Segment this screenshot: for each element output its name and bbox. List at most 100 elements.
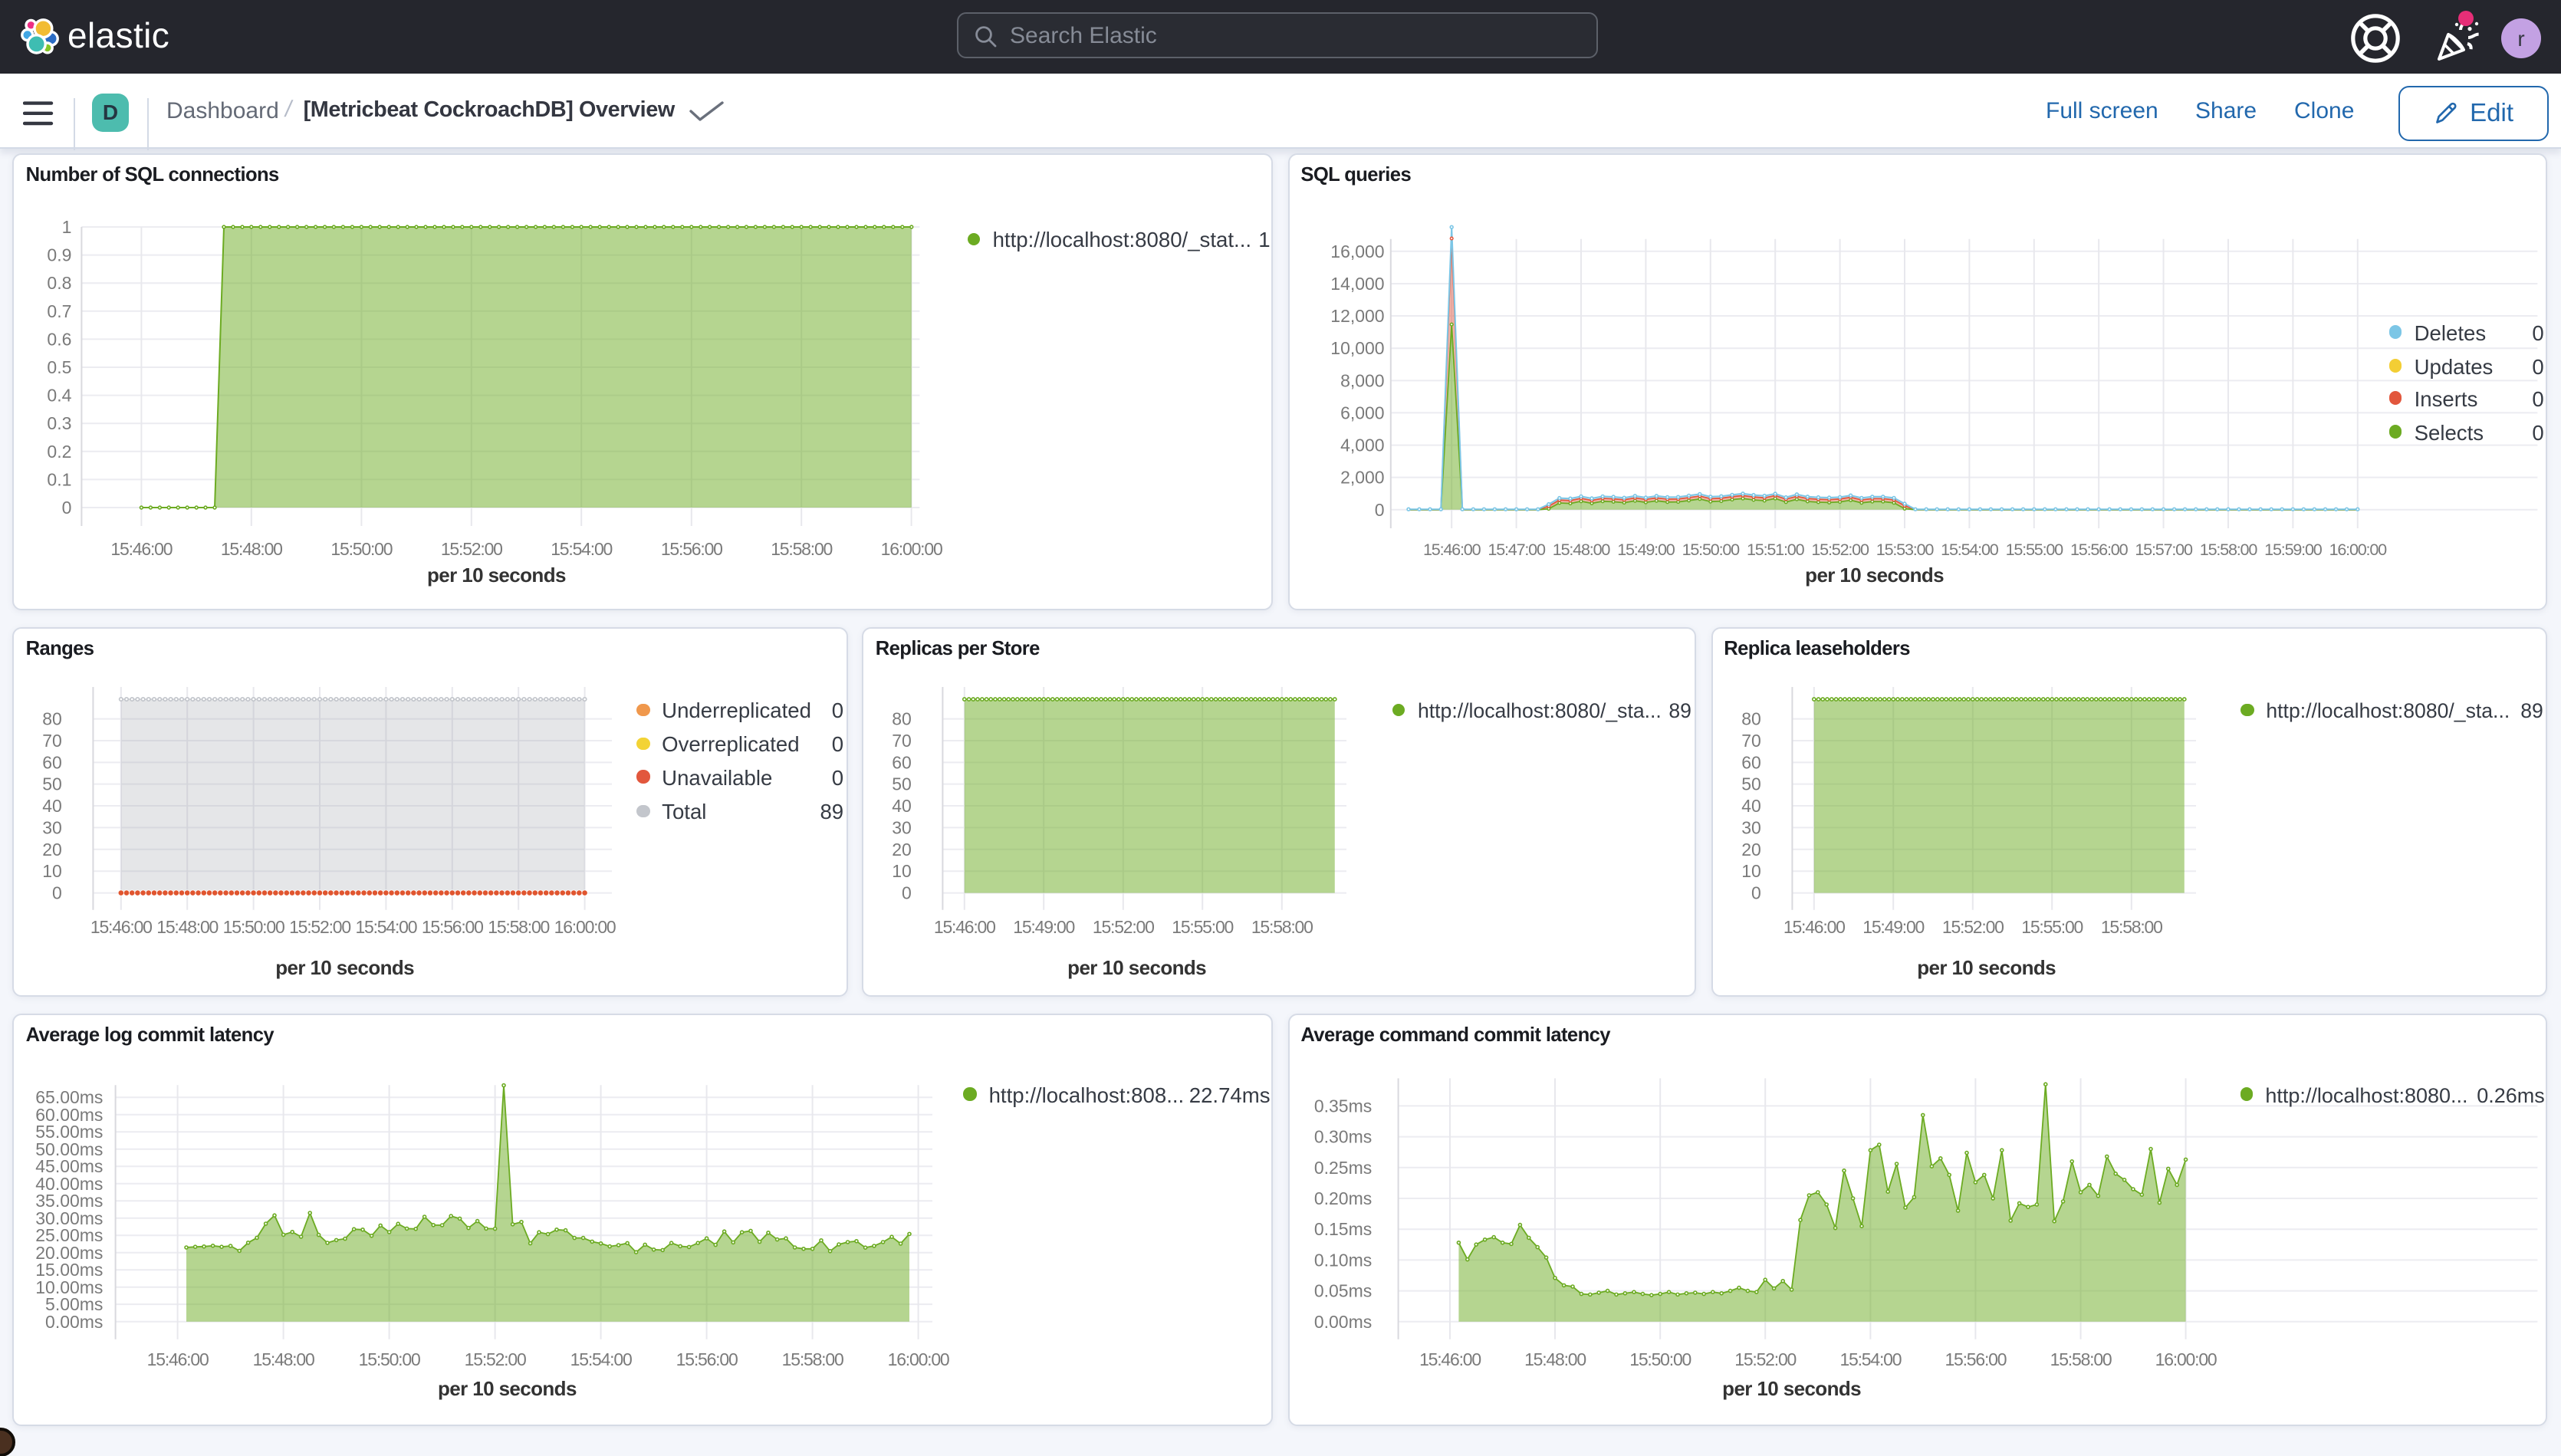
svg-text:20.00ms: 20.00ms — [36, 1242, 104, 1262]
svg-text:0.00ms: 0.00ms — [1313, 1311, 1371, 1331]
svg-text:15:48:00: 15:48:00 — [157, 916, 219, 936]
svg-text:15:52:00: 15:52:00 — [465, 1349, 526, 1369]
svg-text:50: 50 — [1741, 774, 1760, 794]
svg-text:15:52:00: 15:52:00 — [1941, 916, 2003, 936]
svg-text:60: 60 — [1741, 752, 1760, 772]
svg-text:80: 80 — [1741, 708, 1760, 728]
svg-text:15:49:00: 15:49:00 — [1862, 916, 1923, 936]
svg-text:45.00ms: 45.00ms — [36, 1155, 104, 1175]
svg-text:0: 0 — [53, 882, 63, 902]
svg-text:15:52:00: 15:52:00 — [290, 916, 351, 936]
svg-text:15:58:00: 15:58:00 — [488, 916, 550, 936]
svg-text:15:51:00: 15:51:00 — [1746, 539, 1804, 558]
svg-text:4,000: 4,000 — [1340, 435, 1384, 455]
svg-text:15:55:00: 15:55:00 — [2020, 916, 2082, 936]
svg-text:0.9: 0.9 — [48, 245, 72, 265]
svg-text:0.15ms: 0.15ms — [1313, 1218, 1371, 1238]
svg-text:15:46:00: 15:46:00 — [935, 916, 996, 936]
svg-text:per 10 seconds: per 10 seconds — [1916, 955, 2055, 978]
svg-text:60: 60 — [43, 752, 63, 772]
svg-text:15:55:00: 15:55:00 — [2005, 539, 2063, 558]
svg-text:16:00:00: 16:00:00 — [881, 538, 942, 558]
svg-text:15.00ms: 15.00ms — [36, 1259, 104, 1279]
svg-text:16:00:00: 16:00:00 — [554, 916, 616, 936]
svg-text:20: 20 — [43, 839, 63, 859]
svg-text:15:49:00: 15:49:00 — [1014, 916, 1075, 936]
svg-text:15:48:00: 15:48:00 — [1552, 539, 1610, 558]
svg-text:8,000: 8,000 — [1340, 370, 1384, 389]
svg-text:15:48:00: 15:48:00 — [1524, 1349, 1585, 1369]
svg-text:0.00ms: 0.00ms — [46, 1311, 104, 1331]
svg-text:15:50:00: 15:50:00 — [1682, 539, 1740, 558]
svg-text:15:58:00: 15:58:00 — [771, 538, 833, 558]
svg-text:10: 10 — [43, 860, 63, 880]
svg-text:15:46:00: 15:46:00 — [1419, 1349, 1480, 1369]
svg-text:0.5: 0.5 — [48, 357, 72, 376]
svg-text:0.05ms: 0.05ms — [1313, 1280, 1371, 1300]
svg-text:15:46:00: 15:46:00 — [1422, 539, 1481, 558]
svg-text:30.00ms: 30.00ms — [36, 1208, 104, 1228]
svg-text:15:46:00: 15:46:00 — [1783, 916, 1844, 936]
svg-text:12,000: 12,000 — [1330, 305, 1384, 325]
svg-text:0.20ms: 0.20ms — [1313, 1188, 1371, 1208]
svg-text:0.25ms: 0.25ms — [1313, 1157, 1371, 1177]
svg-text:0.4: 0.4 — [48, 385, 72, 405]
svg-text:0.6: 0.6 — [48, 328, 72, 348]
svg-text:15:58:00: 15:58:00 — [2199, 539, 2257, 558]
svg-text:15:56:00: 15:56:00 — [1945, 1349, 2006, 1369]
svg-text:0: 0 — [62, 497, 72, 517]
svg-text:0.2: 0.2 — [48, 441, 72, 461]
svg-text:15:56:00: 15:56:00 — [2070, 539, 2128, 558]
svg-text:0.35ms: 0.35ms — [1313, 1096, 1371, 1116]
svg-text:80: 80 — [43, 708, 63, 728]
svg-text:80: 80 — [893, 708, 912, 728]
svg-text:30: 30 — [43, 817, 63, 837]
svg-text:15:54:00: 15:54:00 — [1839, 1349, 1901, 1369]
svg-text:15:56:00: 15:56:00 — [676, 1349, 738, 1369]
svg-text:15:56:00: 15:56:00 — [661, 538, 722, 558]
svg-text:per 10 seconds: per 10 seconds — [439, 1376, 577, 1399]
svg-text:10.00ms: 10.00ms — [36, 1277, 104, 1297]
svg-text:16:00:00: 16:00:00 — [2155, 1349, 2216, 1369]
svg-text:15:54:00: 15:54:00 — [356, 916, 417, 936]
svg-text:15:57:00: 15:57:00 — [2135, 539, 2193, 558]
svg-text:15:53:00: 15:53:00 — [1876, 539, 1934, 558]
svg-text:15:54:00: 15:54:00 — [551, 538, 613, 558]
svg-text:50: 50 — [43, 774, 63, 794]
svg-text:15:50:00: 15:50:00 — [331, 538, 393, 558]
svg-text:20: 20 — [893, 839, 912, 859]
svg-text:20: 20 — [1741, 839, 1760, 859]
svg-text:0: 0 — [1374, 499, 1384, 519]
svg-text:55.00ms: 55.00ms — [36, 1121, 104, 1141]
svg-text:15:54:00: 15:54:00 — [570, 1349, 632, 1369]
svg-text:15:50:00: 15:50:00 — [359, 1349, 420, 1369]
svg-text:15:49:00: 15:49:00 — [1617, 539, 1675, 558]
svg-text:5.00ms: 5.00ms — [46, 1293, 104, 1313]
svg-text:15:56:00: 15:56:00 — [422, 916, 483, 936]
svg-text:40: 40 — [43, 795, 63, 815]
svg-text:15:58:00: 15:58:00 — [782, 1349, 843, 1369]
svg-text:15:50:00: 15:50:00 — [223, 916, 284, 936]
svg-text:15:52:00: 15:52:00 — [1093, 916, 1155, 936]
svg-text:40.00ms: 40.00ms — [36, 1173, 104, 1193]
svg-text:30: 30 — [1741, 817, 1760, 837]
svg-text:15:59:00: 15:59:00 — [2264, 539, 2323, 558]
svg-text:6,000: 6,000 — [1340, 402, 1384, 422]
svg-text:0.30ms: 0.30ms — [1313, 1126, 1371, 1146]
svg-text:10: 10 — [893, 860, 912, 880]
svg-text:15:58:00: 15:58:00 — [2050, 1349, 2111, 1369]
svg-text:15:50:00: 15:50:00 — [1629, 1349, 1691, 1369]
svg-text:15:52:00: 15:52:00 — [1811, 539, 1869, 558]
svg-text:10,000: 10,000 — [1330, 337, 1384, 357]
svg-text:16:00:00: 16:00:00 — [888, 1349, 949, 1369]
svg-text:15:52:00: 15:52:00 — [1734, 1349, 1796, 1369]
svg-text:15:58:00: 15:58:00 — [2100, 916, 2162, 936]
svg-text:per 10 seconds: per 10 seconds — [1722, 1376, 1861, 1399]
svg-text:15:48:00: 15:48:00 — [221, 538, 282, 558]
svg-text:60.00ms: 60.00ms — [36, 1104, 104, 1124]
svg-text:70: 70 — [1741, 730, 1760, 750]
svg-text:15:55:00: 15:55:00 — [1172, 916, 1234, 936]
svg-text:10: 10 — [1741, 860, 1760, 880]
svg-text:50: 50 — [893, 774, 912, 794]
svg-text:0.8: 0.8 — [48, 272, 72, 292]
